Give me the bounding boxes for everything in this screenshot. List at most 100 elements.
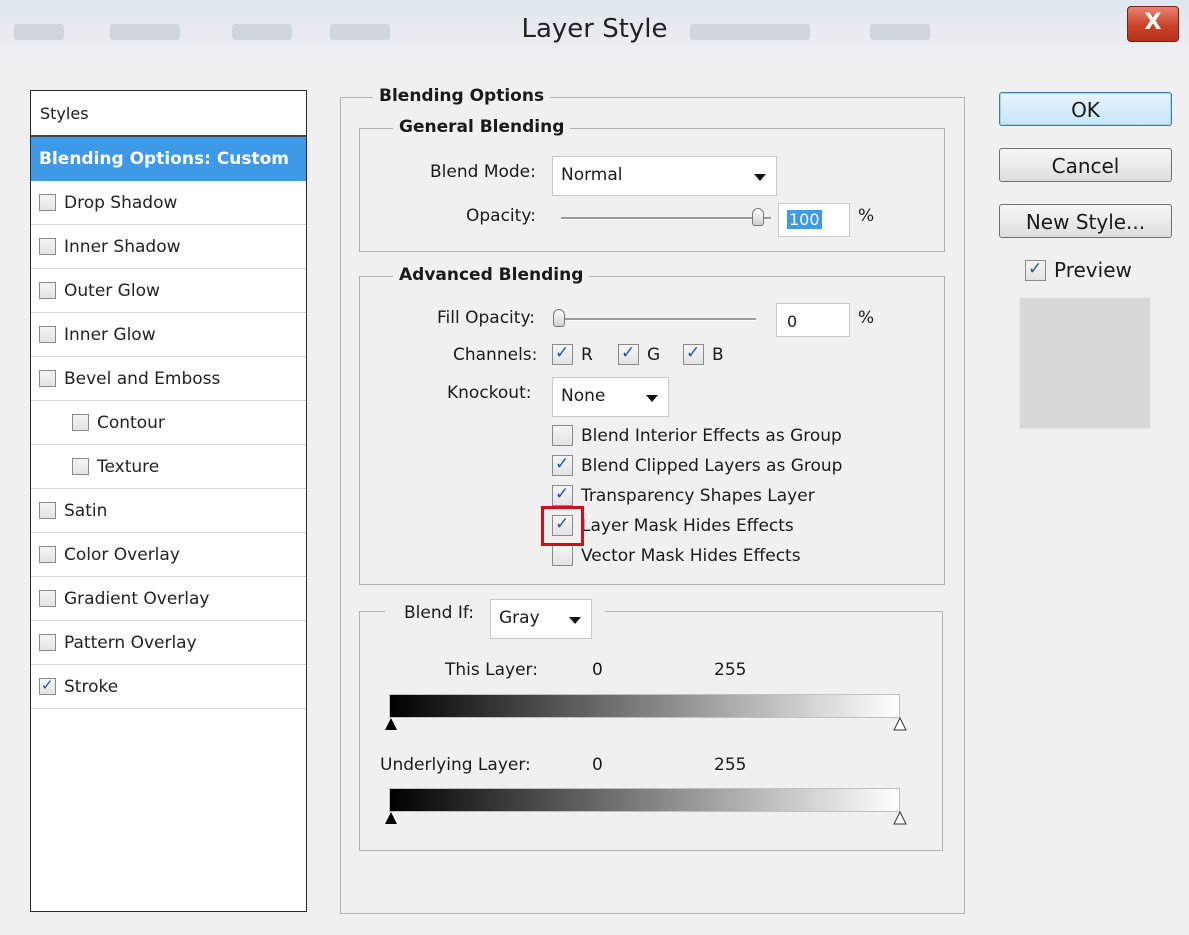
fill-opacity-input[interactable]: 0 [776, 303, 850, 337]
knockout-value: None [561, 386, 606, 406]
channel-g-checkbox[interactable] [618, 343, 639, 365]
option-checkbox-blend-clipped-layers-as-group[interactable] [552, 454, 573, 476]
channel-r-label: R [581, 344, 593, 365]
style-checkbox-contour[interactable] [72, 414, 89, 431]
style-item-inner-glow[interactable]: Inner Glow [31, 313, 306, 357]
styles-list: Styles Blending Options: Custom Drop Shad… [30, 90, 307, 912]
style-item-gradient-overlay[interactable]: Gradient Overlay [31, 577, 306, 621]
opacity-slider[interactable] [561, 217, 771, 220]
this-layer-gradient [389, 694, 900, 718]
this-layer-white-slider[interactable] [893, 717, 907, 731]
style-item-blending-options-custom[interactable]: Blending Options: Custom [31, 137, 306, 181]
underlying-layer-max: 255 [714, 755, 747, 775]
this-layer-max: 255 [714, 660, 747, 680]
style-item-inner-shadow[interactable]: Inner Shadow [31, 225, 306, 269]
style-item-label: Color Overlay [64, 544, 180, 565]
style-item-pattern-overlay[interactable]: Pattern Overlay [31, 621, 306, 665]
channel-r-checkbox[interactable] [552, 343, 573, 365]
channels-label: Channels: [453, 345, 538, 365]
blend-mode-select[interactable]: Normal [552, 156, 777, 196]
style-checkbox-inner-glow[interactable] [39, 326, 56, 343]
underlying-layer-white-slider[interactable] [893, 811, 907, 825]
fill-opacity-label: Fill Opacity: [437, 308, 535, 328]
option-transparency-shapes-layer[interactable]: Transparency Shapes Layer [552, 484, 815, 506]
style-checkbox-bevel-and-emboss[interactable] [39, 370, 56, 387]
cancel-button[interactable]: Cancel [999, 148, 1172, 182]
style-item-label: Stroke [64, 676, 119, 697]
style-item-label: Drop Shadow [64, 192, 178, 213]
underlying-layer-min: 0 [592, 755, 603, 775]
underlying-layer-gradient [389, 788, 900, 812]
style-checkbox-stroke[interactable] [39, 676, 56, 695]
style-item-outer-glow[interactable]: Outer Glow [31, 269, 306, 313]
style-item-bevel-and-emboss[interactable]: Bevel and Emboss [31, 357, 306, 401]
blend-if-label: Blend If: [404, 603, 474, 623]
style-item-label: Blending Options: Custom [39, 148, 290, 169]
opacity-input[interactable]: 100 [778, 203, 850, 237]
title-bar: Layer Style X [0, 0, 1189, 66]
option-checkbox-blend-interior-effects-as-group[interactable] [552, 425, 573, 446]
fill-opacity-slider[interactable] [561, 318, 756, 321]
preview-label: Preview [1054, 258, 1132, 282]
option-label: Vector Mask Hides Effects [581, 545, 801, 566]
opacity-slider-knob[interactable] [752, 208, 764, 226]
opacity-unit: % [858, 206, 875, 226]
style-checkbox-pattern-overlay[interactable] [39, 634, 56, 651]
style-item-label: Gradient Overlay [64, 588, 210, 609]
style-item-color-overlay[interactable]: Color Overlay [31, 533, 306, 577]
blending-options-title: Blending Options [373, 86, 551, 106]
preview-checkbox[interactable] [1025, 259, 1046, 281]
style-item-stroke[interactable]: Stroke [31, 665, 306, 709]
new-style-button[interactable]: New Style... [999, 204, 1172, 238]
advanced-blending-title: Advanced Blending [393, 265, 590, 285]
style-item-texture[interactable]: Texture [31, 445, 306, 489]
channel-r[interactable]: R [552, 343, 593, 365]
option-label: Blend Clipped Layers as Group [581, 455, 843, 476]
general-blending-title: General Blending [393, 117, 571, 137]
style-item-label: Inner Glow [64, 324, 156, 345]
option-checkbox-vector-mask-hides-effects[interactable] [552, 545, 573, 566]
fill-opacity-unit: % [858, 308, 875, 328]
style-checkbox-satin[interactable] [39, 502, 56, 519]
channel-b-checkbox[interactable] [683, 343, 704, 365]
style-item-contour[interactable]: Contour [31, 401, 306, 445]
channel-g[interactable]: G [618, 343, 660, 365]
window-title: Layer Style [521, 14, 668, 44]
chevron-down-icon [569, 617, 581, 624]
option-blend-interior-effects-as-group[interactable]: Blend Interior Effects as Group [552, 425, 842, 446]
this-layer-label: This Layer: [445, 660, 538, 680]
style-item-label: Satin [64, 500, 108, 521]
this-layer-black-slider[interactable] [385, 718, 397, 730]
option-vector-mask-hides-effects[interactable]: Vector Mask Hides Effects [552, 545, 801, 566]
fill-opacity-value: 0 [787, 312, 798, 331]
underlying-layer-black-slider[interactable] [385, 812, 397, 824]
option-label: Layer Mask Hides Effects [581, 515, 794, 536]
blend-if-value: Gray [499, 608, 540, 628]
style-item-satin[interactable]: Satin [31, 489, 306, 533]
styles-header[interactable]: Styles [31, 91, 306, 137]
style-checkbox-inner-shadow[interactable] [39, 238, 56, 255]
channel-b[interactable]: B [683, 343, 724, 365]
style-checkbox-color-overlay[interactable] [39, 546, 56, 563]
style-item-label: Bevel and Emboss [64, 368, 221, 389]
option-blend-clipped-layers-as-group[interactable]: Blend Clipped Layers as Group [552, 454, 843, 476]
style-item-drop-shadow[interactable]: Drop Shadow [31, 181, 306, 225]
knockout-select[interactable]: None [552, 377, 669, 417]
preview-swatch [1019, 297, 1151, 429]
style-item-label: Pattern Overlay [64, 632, 197, 653]
style-checkbox-gradient-overlay[interactable] [39, 590, 56, 607]
knockout-label: Knockout: [447, 383, 532, 403]
preview-toggle[interactable]: Preview [1025, 258, 1132, 282]
option-checkbox-transparency-shapes-layer[interactable] [552, 484, 573, 506]
style-checkbox-outer-glow[interactable] [39, 282, 56, 299]
style-item-label: Outer Glow [64, 280, 160, 301]
style-checkbox-drop-shadow[interactable] [39, 194, 56, 211]
style-checkbox-texture[interactable] [72, 458, 89, 475]
opacity-label: Opacity: [466, 206, 536, 226]
highlight-marker [541, 506, 584, 546]
option-layer-mask-hides-effects[interactable]: Layer Mask Hides Effects [552, 514, 794, 536]
blend-if-select[interactable]: Gray [490, 599, 592, 639]
close-button[interactable]: X [1127, 6, 1179, 42]
fill-opacity-slider-knob[interactable] [553, 309, 565, 327]
ok-button[interactable]: OK [999, 92, 1172, 126]
